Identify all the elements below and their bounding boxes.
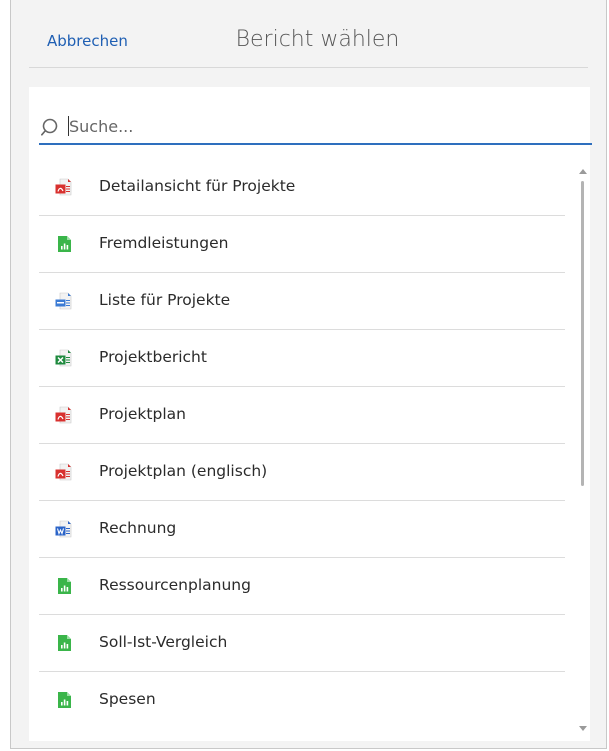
scroll-down-arrow[interactable] (579, 726, 587, 731)
search-icon (41, 118, 58, 136)
report-label: Rechnung (99, 519, 177, 537)
report-list-item[interactable]: Detailansicht für Projekte (39, 159, 565, 216)
chart-file-icon (55, 577, 73, 595)
report-label: Projektbericht (99, 348, 207, 366)
pdf-file-icon (55, 406, 73, 424)
dialog-header: Abbrechen Bericht wählen (11, 0, 606, 68)
chart-file-icon (55, 235, 73, 253)
word-file-icon (55, 520, 73, 538)
report-list-item[interactable]: Projektplan (39, 387, 565, 444)
search-input[interactable] (69, 114, 569, 138)
scrollbar[interactable] (576, 159, 590, 739)
report-label: Fremdleistungen (99, 234, 229, 252)
scrollbar-thumb[interactable] (581, 181, 584, 486)
report-picker-dialog: Abbrechen Bericht wählen Detailansicht f… (10, 0, 607, 749)
pdf-file-icon (55, 178, 73, 196)
report-label: Liste für Projekte (99, 291, 231, 309)
report-list-item[interactable]: Projektbericht (39, 330, 565, 387)
report-list-item[interactable]: Ressourcenplanung (39, 558, 565, 615)
report-label: Projektplan (englisch) (99, 462, 268, 480)
report-list: Detailansicht für Projekte Fremdleistunge… (39, 159, 565, 728)
report-list-item[interactable]: Fremdleistungen (39, 216, 565, 273)
report-label: Soll-Ist-Vergleich (99, 633, 228, 651)
scroll-up-arrow[interactable] (579, 169, 587, 174)
search-box (39, 111, 592, 145)
header-divider (29, 67, 588, 68)
report-list-item[interactable]: Spesen (39, 672, 565, 728)
chart-file-icon (55, 634, 73, 652)
report-label: Detailansicht für Projekte (99, 177, 296, 195)
dialog-title: Bericht wählen (235, 27, 400, 52)
excel-file-icon (55, 349, 73, 367)
report-label: Projektplan (99, 405, 186, 423)
report-list-item[interactable]: Soll-Ist-Vergleich (39, 615, 565, 672)
report-list-item[interactable]: Rechnung (39, 501, 565, 558)
report-list-panel: Detailansicht für Projekte Fremdleistunge… (29, 87, 592, 741)
chart-file-icon (55, 691, 73, 709)
report-label: Ressourcenplanung (99, 576, 251, 594)
report-list-item[interactable]: Liste für Projekte (39, 273, 565, 330)
report-list-item[interactable]: Projektplan (englisch) (39, 444, 565, 501)
report-label: Spesen (99, 690, 156, 708)
pdf-file-icon (55, 463, 73, 481)
csv-file-icon (55, 292, 73, 310)
